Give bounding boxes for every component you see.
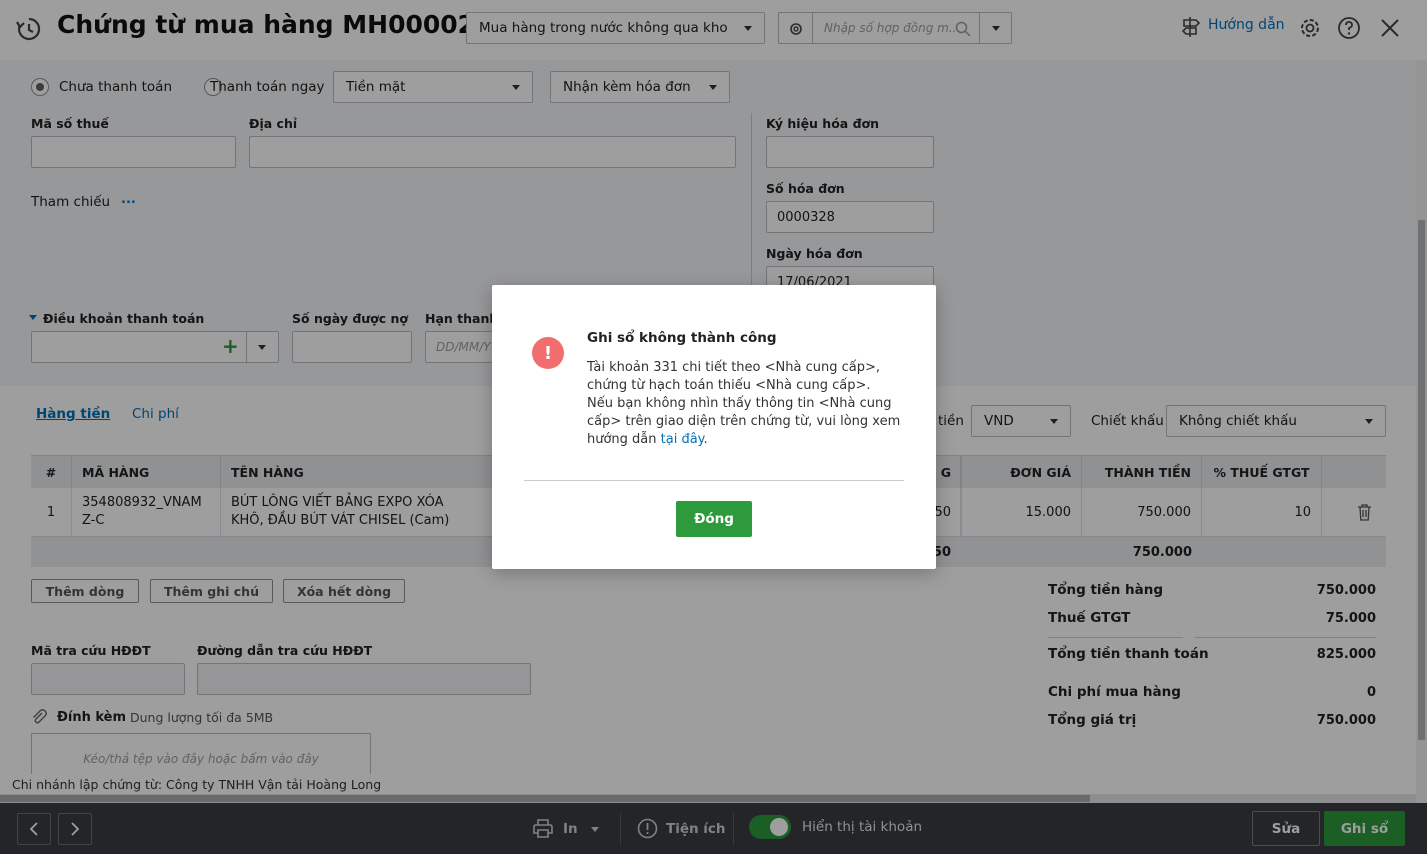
error-icon: ! bbox=[532, 337, 564, 369]
dialog-title: Ghi sổ không thành công bbox=[587, 330, 777, 346]
dialog-message-suffix: . bbox=[703, 432, 708, 447]
error-dialog: ! Ghi sổ không thành công Tài khoản 331 … bbox=[492, 285, 936, 569]
guide-link[interactable]: tại đây bbox=[661, 432, 704, 447]
divider bbox=[524, 480, 904, 481]
dialog-message: Tài khoản 331 chi tiết theo <Nhà cung cấ… bbox=[587, 359, 905, 449]
dialog-message-text: Nếu bạn không nhìn thấy thông tin <Nhà c… bbox=[587, 396, 901, 447]
dialog-message-line1: Tài khoản 331 chi tiết theo <Nhà cung cấ… bbox=[587, 360, 880, 393]
dialog-message-line2: Nếu bạn không nhìn thấy thông tin <Nhà c… bbox=[587, 395, 905, 449]
close-dialog-button[interactable]: Đóng bbox=[676, 501, 752, 537]
